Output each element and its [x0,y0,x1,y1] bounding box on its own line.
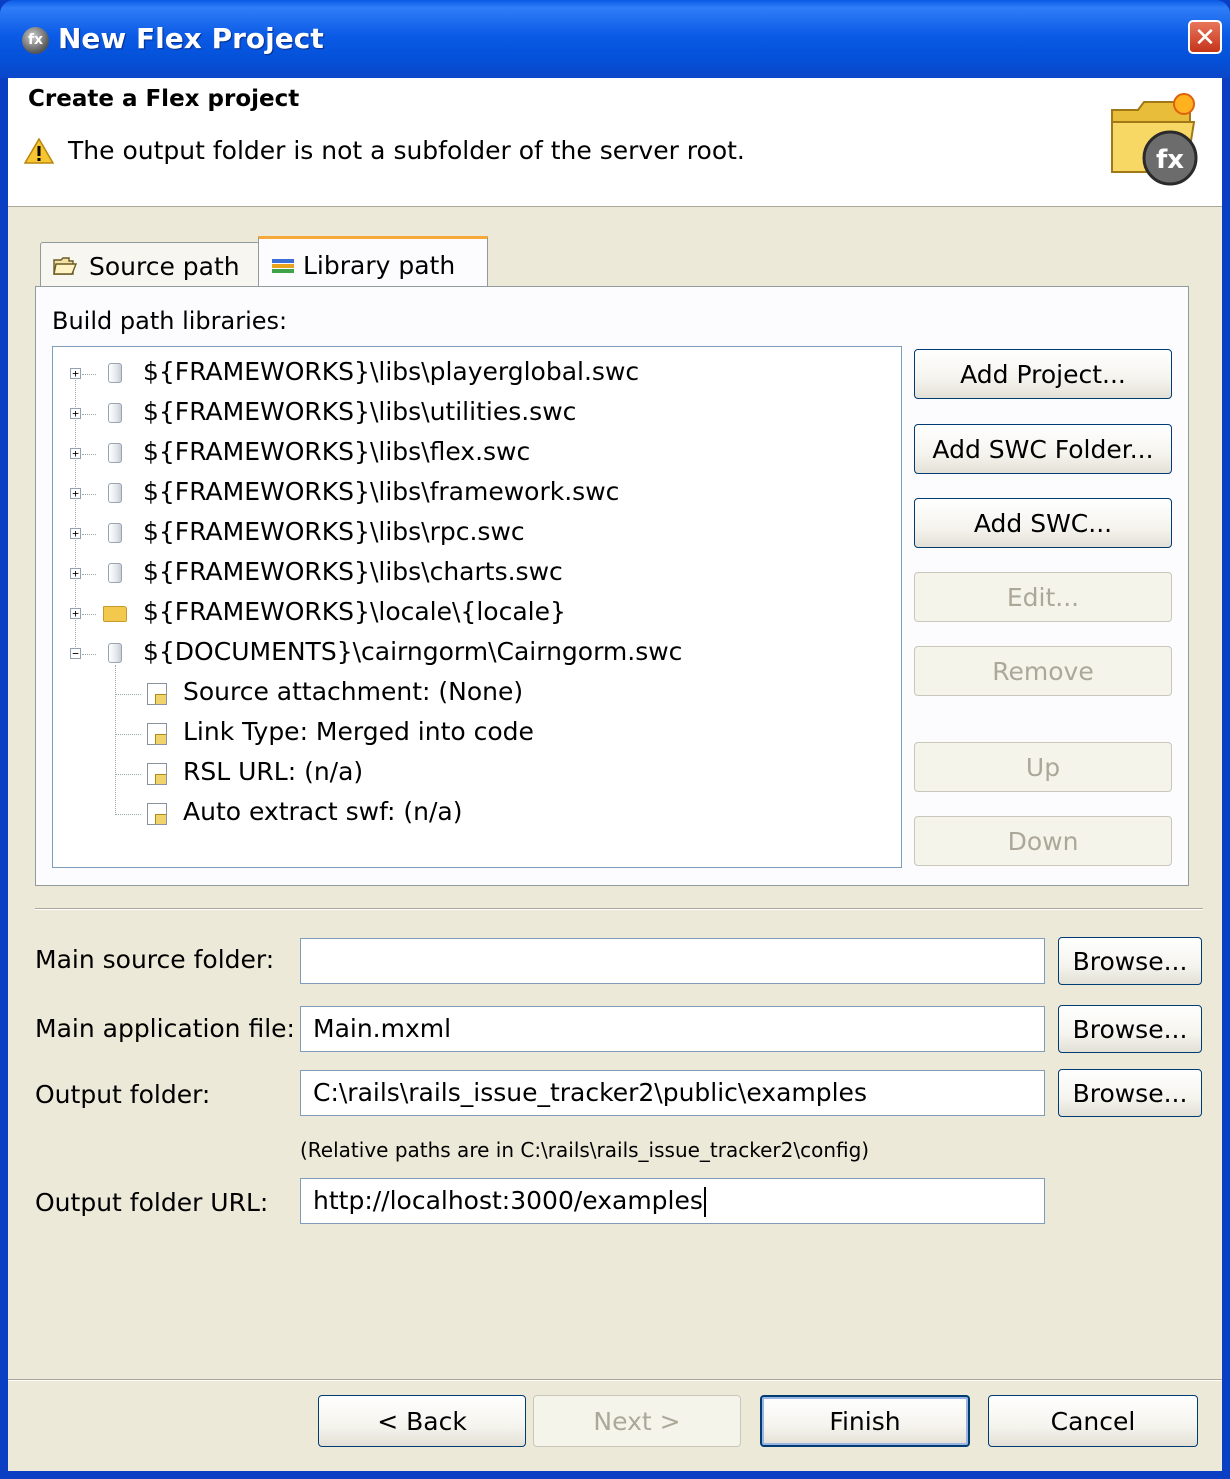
attribute-icon [147,763,167,785]
attribute-icon [147,723,167,745]
expand-icon[interactable]: + [70,448,81,459]
add-project-button[interactable]: Add Project... [914,349,1172,399]
tab-source-path[interactable]: Source path [40,242,260,286]
folder-icon [103,606,127,622]
text-caret [703,1187,706,1217]
tree-item-label: ${FRAMEWORKS}\libs\playerglobal.swc [143,357,640,386]
main-application-file-label: Main application file: [35,1014,295,1043]
attribute-label: Link Type: Merged into code [183,717,534,746]
close-button[interactable]: ✕ [1188,20,1222,54]
tree-item-label: ${FRAMEWORKS}\libs\flex.swc [143,437,531,466]
collapse-icon[interactable]: − [70,648,81,659]
attribute-icon [147,683,167,705]
main-source-folder-input[interactable] [300,938,1045,984]
wizard-header: Create a Flex project The output folder … [8,78,1222,207]
expand-icon[interactable]: + [70,368,81,379]
flex-project-folder-icon: fx [1111,93,1198,186]
warning-triangle-icon [24,138,54,164]
up-button[interactable]: Up [914,742,1172,792]
finish-button[interactable]: Finish [760,1395,970,1447]
output-folder-url-input[interactable]: http://localhost:3000/examples [300,1178,1045,1224]
expand-icon[interactable]: + [70,608,81,619]
expand-icon[interactable]: + [70,408,81,419]
relative-paths-note: (Relative paths are in C:\rails\rails_is… [300,1138,870,1162]
down-button[interactable]: Down [914,816,1172,866]
back-button[interactable]: < Back [318,1395,526,1447]
dialog-window: fx New Flex Project ✕ Create a Flex proj… [0,0,1230,1479]
svg-text:fx: fx [1156,145,1184,175]
tree-item-label: ${FRAMEWORKS}\locale\{locale} [143,597,566,626]
cancel-button[interactable]: Cancel [988,1395,1198,1447]
next-button[interactable]: Next > [533,1395,741,1447]
tree-item-label: ${FRAMEWORKS}\libs\rpc.swc [143,517,525,546]
tab-label: Library path [303,251,456,280]
page-title: Create a Flex project [28,86,300,112]
tab-label: Source path [89,252,240,281]
output-folder-input[interactable]: C:\rails\rails_issue_tracker2\public\exa… [300,1070,1045,1116]
tree-item-label: ${DOCUMENTS}\cairngorm\Cairngorm.swc [143,637,683,666]
window-title: New Flex Project [58,22,324,55]
main-application-file-input[interactable]: Main.mxml [300,1006,1045,1052]
jar-icon [108,363,122,383]
title-bar[interactable]: fx New Flex Project ✕ [0,0,1230,78]
remove-button[interactable]: Remove [914,646,1172,696]
build-path-libraries-label: Build path libraries: [52,307,288,335]
tree-item-label: ${FRAMEWORKS}\libs\framework.swc [143,477,620,506]
library-path-panel: Build path libraries: + ${FRAMEWORKS}\li… [35,286,1189,886]
attribute-label: Auto extract swf: (n/a) [183,797,463,826]
browse-output-folder-button[interactable]: Browse... [1058,1069,1202,1117]
expand-icon[interactable]: + [70,528,81,539]
tab-library-path[interactable]: Library path [258,236,488,288]
browse-source-folder-button[interactable]: Browse... [1058,937,1202,985]
dialog-content: Create a Flex project The output folder … [8,78,1222,1471]
jar-icon [108,403,122,423]
jar-icon [108,483,122,503]
attribute-label: Source attachment: (None) [183,677,524,706]
expand-icon[interactable]: + [70,568,81,579]
jar-icon [108,443,122,463]
edit-button[interactable]: Edit... [914,572,1172,622]
browse-application-file-button[interactable]: Browse... [1058,1005,1202,1053]
attribute-icon [147,803,167,825]
warning-message: The output folder is not a subfolder of … [68,136,745,165]
jar-icon [108,643,122,663]
add-swc-folder-button[interactable]: Add SWC Folder... [914,424,1172,474]
library-books-icon [272,259,294,273]
library-tree[interactable]: + ${FRAMEWORKS}\libs\playerglobal.swc + … [52,346,902,868]
output-folder-url-label: Output folder URL: [35,1188,269,1217]
tree-item-label: ${FRAMEWORKS}\libs\charts.swc [143,557,563,586]
open-folder-icon [53,257,77,275]
attribute-label: RSL URL: (n/a) [183,757,364,786]
add-swc-button[interactable]: Add SWC... [914,498,1172,548]
jar-icon [108,523,122,543]
expand-icon[interactable]: + [70,488,81,499]
jar-icon [108,563,122,583]
output-folder-label: Output folder: [35,1080,211,1109]
flex-app-icon: fx [22,27,49,54]
footer-separator [8,1379,1222,1381]
separator [35,908,1203,910]
output-folder-url-value: http://localhost:3000/examples [313,1186,703,1215]
tree-item-label: ${FRAMEWORKS}\libs\utilities.swc [143,397,577,426]
main-source-folder-label: Main source folder: [35,945,275,974]
